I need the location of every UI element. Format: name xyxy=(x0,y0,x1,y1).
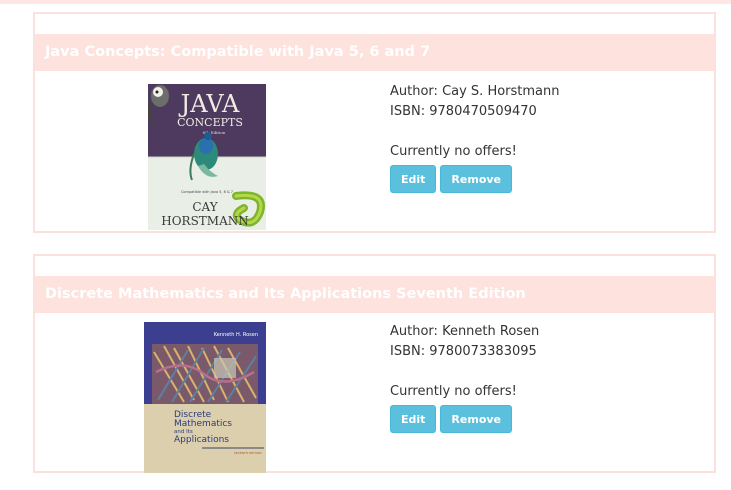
isbn-value: 9780073383095 xyxy=(429,344,537,359)
action-buttons: Edit Remove xyxy=(390,165,560,193)
action-buttons: Edit Remove xyxy=(390,405,539,433)
cover-subtitle: Compatible with Java 5, 6 & 7 xyxy=(181,190,233,194)
cover-title-2: Mathematics xyxy=(174,419,232,429)
author-value: Kenneth Rosen xyxy=(442,324,540,339)
book-info: Author: Kenneth Rosen ISBN: 978007338309… xyxy=(390,322,539,433)
remove-button[interactable]: Remove xyxy=(440,165,513,193)
cover-artwork xyxy=(152,344,258,404)
cover-title-1: JAVA xyxy=(178,90,240,118)
book-title: Discrete Mathematics and Its Application… xyxy=(35,276,714,313)
cover-author: Kenneth H. Rosen xyxy=(214,332,258,338)
isbn-value: 9780470509470 xyxy=(429,104,537,119)
edit-button[interactable]: Edit xyxy=(390,405,437,433)
author-line: Author: Cay S. Horstmann xyxy=(390,82,560,102)
cover-author-2: HORSTMANN xyxy=(161,214,249,228)
author-line: Author: Kenneth Rosen xyxy=(390,322,539,342)
isbn-label: ISBN: xyxy=(390,344,426,359)
book-cover-image: Kenneth H. Rosen Discrete Mathematics an… xyxy=(144,322,266,473)
book-card: Java Concepts: Compatible with Java 5, 6… xyxy=(33,12,716,233)
book-card: Discrete Mathematics and Its Application… xyxy=(33,254,716,473)
remove-button[interactable]: Remove xyxy=(440,405,513,433)
cover-edition: SEVENTH EDITION xyxy=(234,451,261,455)
cover-author-1: CAY xyxy=(192,200,218,214)
author-value: Cay S. Horstmann xyxy=(442,84,560,99)
book-title: Java Concepts: Compatible with Java 5, 6… xyxy=(35,34,714,71)
cover-title-2: CONCEPTS xyxy=(177,116,243,129)
offers-status: Currently no offers! xyxy=(390,144,517,159)
author-label: Author: xyxy=(390,324,438,339)
isbn-label: ISBN: xyxy=(390,104,426,119)
cover-title-4: Applications xyxy=(174,435,229,445)
edit-button[interactable]: Edit xyxy=(390,165,437,193)
book-cover-image: JAVA CONCEPTS 6th Edition Compatible wit… xyxy=(148,84,266,230)
author-label: Author: xyxy=(390,84,438,99)
offers-status: Currently no offers! xyxy=(390,384,517,399)
book-info: Author: Cay S. Horstmann ISBN: 978047050… xyxy=(390,82,560,193)
isbn-line: ISBN: 9780073383095 xyxy=(390,342,539,362)
top-divider xyxy=(0,0,731,4)
isbn-line: ISBN: 9780470509470 xyxy=(390,102,560,122)
